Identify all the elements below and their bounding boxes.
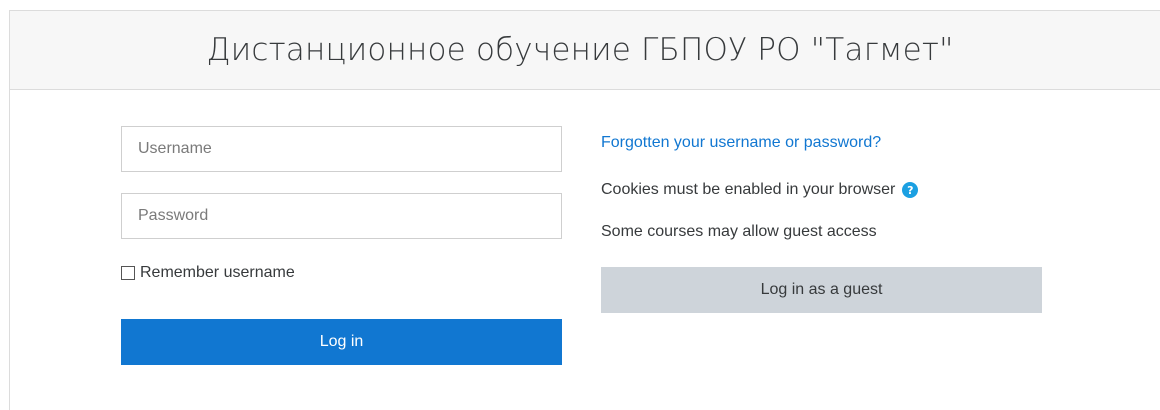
login-button[interactable]: Log in xyxy=(121,319,562,365)
guest-access-note: Some courses may allow guest access xyxy=(601,223,877,240)
cookies-text: Cookies must be enabled in your browser xyxy=(601,181,896,198)
help-icon[interactable]: ? xyxy=(902,182,919,198)
remember-username-label: Remember username xyxy=(140,264,295,281)
site-header: Дистанционное обучение ГБПОУ РО "Тагмет" xyxy=(10,11,1160,90)
password-input[interactable] xyxy=(121,193,562,239)
username-input[interactable] xyxy=(121,126,562,172)
guest-login-button[interactable]: Log in as a guest xyxy=(601,267,1042,313)
remember-username-checkbox[interactable] xyxy=(121,266,135,280)
forgot-password-link[interactable]: Forgotten your username or password? xyxy=(601,134,881,152)
cookies-notice: Cookies must be enabled in your browser … xyxy=(601,181,919,199)
site-title: Дистанционное обучение ГБПОУ РО "Тагмет" xyxy=(206,32,954,68)
remember-username-row[interactable]: Remember username xyxy=(121,264,295,282)
